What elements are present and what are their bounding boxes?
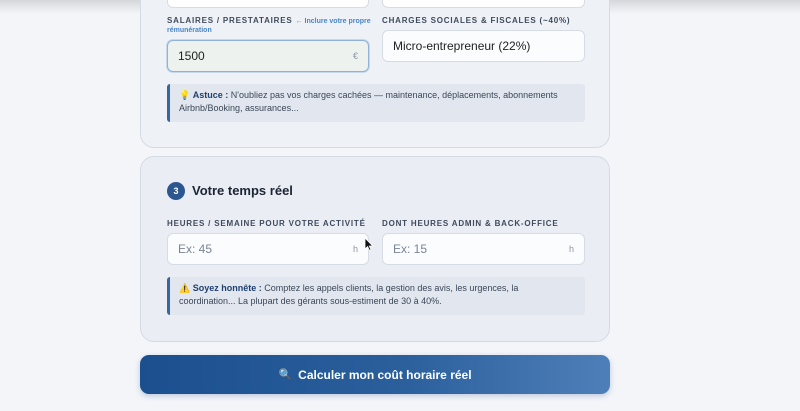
hours-input[interactable]: Ex: 45 h — [167, 233, 369, 265]
calculate-button-label: Calculer mon coût horaire réel — [298, 367, 472, 382]
admin-hours-unit: h — [568, 244, 574, 254]
salaries-hint-continued: rémunération — [167, 27, 212, 34]
warning-icon: ⚠️ — [179, 283, 191, 293]
euro-unit: € — [352, 51, 358, 61]
salaries-input[interactable]: 1500 € — [167, 40, 369, 72]
mouse-cursor-icon — [364, 237, 374, 251]
tip-text: N'oubliez pas vos charges cachées — main… — [228, 90, 558, 100]
salaries-value: 1500 — [178, 49, 205, 63]
charges-label: CHARGES SOCIALES & FISCALES (~40%) — [382, 16, 571, 25]
hours-placeholder: Ex: 45 — [178, 242, 213, 256]
salaries-hint: ← Inclure votre propre — [295, 18, 371, 25]
tip-text-continued: Airbnb/Booking, assurances... — [179, 103, 299, 113]
previous-input-stub-left[interactable] — [167, 0, 369, 8]
charges-selected-value: Micro-entrepreneur (22%) — [393, 39, 531, 53]
section-title: Votre temps réel — [192, 183, 293, 198]
tip-bold: Astuce : — [192, 90, 229, 100]
tip-callout: 💡 Astuce : N'oubliez pas vos charges cac… — [167, 84, 585, 122]
admin-hours-input[interactable]: Ex: 15 h — [382, 233, 585, 265]
hours-unit: h — [352, 244, 358, 254]
lightbulb-icon: 💡 — [179, 90, 191, 100]
magnifier-icon: 🔍 — [278, 369, 293, 381]
admin-hours-label: DONT HEURES ADMIN & BACK-OFFICE — [382, 219, 559, 228]
calculate-button[interactable]: 🔍 Calculer mon coût horaire réel — [140, 355, 610, 394]
warning-bold: Soyez honnête : — [192, 283, 262, 293]
charges-select[interactable]: Micro-entrepreneur (22%) — [382, 30, 585, 62]
admin-hours-placeholder: Ex: 15 — [393, 242, 428, 256]
hours-label: HEURES / SEMAINE POUR VOTRE ACTIVITÉ — [167, 219, 366, 228]
warning-text: Comptez les appels clients, la gestion d… — [261, 283, 519, 293]
step-3-badge: 3 — [167, 182, 185, 200]
warning-callout: ⚠️ Soyez honnête : Comptez les appels cl… — [167, 277, 585, 315]
previous-input-stub-right[interactable] — [382, 0, 585, 8]
salaries-label: SALAIRES / PRESTATAIRES ← Inclure votre … — [167, 16, 371, 25]
warning-text-continued: coordination... La plupart des gérants s… — [179, 296, 442, 306]
